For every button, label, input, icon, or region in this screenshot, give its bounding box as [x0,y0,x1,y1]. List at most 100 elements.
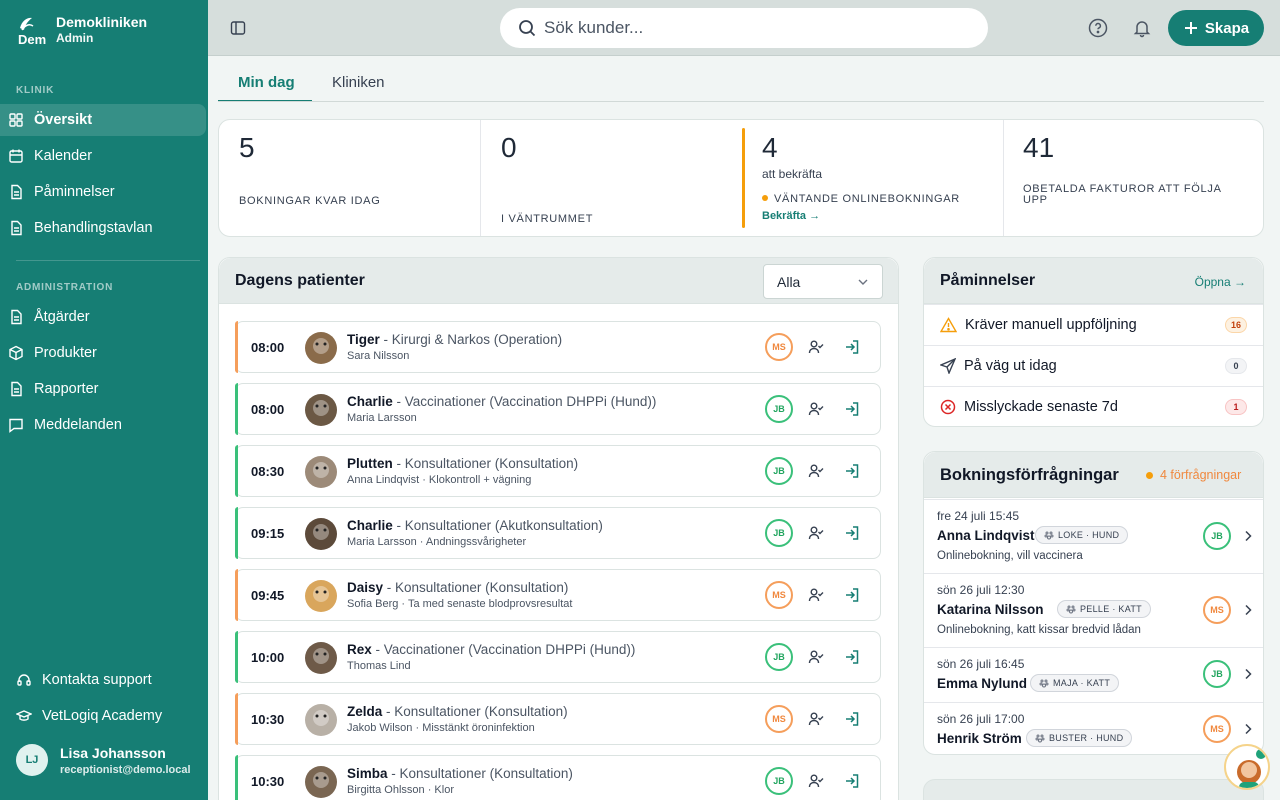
document-icon [11,309,22,325]
staff-badge[interactable]: MS [1203,596,1231,624]
requests-count: 4 förfrågningar [1160,468,1242,482]
waiting-value: 0 [501,132,517,163]
help-icon[interactable] [1088,18,1108,38]
patient-row[interactable]: 08:00 Tiger - Kirurgi & Narkos (Operation… [235,321,881,373]
academy-link[interactable]: VetLogiq Academy [8,700,206,732]
sidebar-item-kalender[interactable]: Kalender [0,140,206,172]
status-bar [235,507,238,559]
status-bar [235,755,238,800]
staff-badge[interactable]: MS [765,581,793,609]
staff-badge[interactable]: JB [765,519,793,547]
status-bar [235,321,238,373]
sidebar-item-oversikt[interactable]: Översikt [0,104,206,136]
assign-user-icon[interactable] [808,463,824,479]
send-icon [940,358,956,374]
patient-row[interactable]: 10:30 Simba - Konsultationer (Konsultatio… [235,755,881,800]
sidebar-item-meddelanden[interactable]: Meddelanden [0,409,206,441]
sidebar-item-label: Rapporter [34,381,99,397]
stats-card: 5 BOKNINGAR KVAR IDAG 0 I VÄNTRUMMET 4 a… [218,119,1264,237]
package-icon [9,345,23,361]
patient-title: Simba - Konsultationer (Konsultation) [347,766,573,781]
patients-panel: Dagens patienter Alla 08:00 Tiger - Kirur… [218,257,899,800]
chevron-down-icon [858,279,868,285]
sidebar-item-paminnelser[interactable]: Påminnelser [0,176,206,208]
owner-info: Sara Nilsson [347,350,410,362]
sidebar-toggle-icon[interactable] [230,20,246,36]
check-in-icon[interactable] [844,649,860,665]
assign-user-icon[interactable] [808,339,824,355]
patient-row[interactable]: 09:15 Charlie - Konsultationer (Akutkonsu… [235,507,881,559]
check-in-icon[interactable] [844,525,860,541]
confirm-link[interactable]: Bekräfta → [762,210,820,222]
staff-badge[interactable]: MS [765,705,793,733]
owner-info: Anna Lindqvist · Klokontroll + vägning [347,474,532,486]
bell-icon[interactable] [1132,18,1152,38]
appointment-type: - Vaccinationer (Vaccination DHPPi (Hund… [392,394,657,409]
check-in-icon[interactable] [844,711,860,727]
search-input[interactable]: Sök kunder... [500,8,988,48]
patient-name: Zelda [347,704,383,719]
staff-badge[interactable]: JB [765,767,793,795]
assign-user-icon[interactable] [808,649,824,665]
pet-avatar [305,394,337,426]
patient-row[interactable]: 08:00 Charlie - Vaccinationer (Vaccinatio… [235,383,881,435]
assign-user-icon[interactable] [808,773,824,789]
check-in-icon[interactable] [844,401,860,417]
document-icon [11,220,22,236]
staff-badge[interactable]: JB [765,395,793,423]
booking-request-item[interactable]: sön 26 juli 12:30 Katarina Nilsson PELLE ·… [924,573,1263,647]
reminder-outgoing-today[interactable]: På väg ut idag 0 [924,345,1263,386]
owner-info: Jakob Wilson · Misstänkt öroninfektion [347,722,535,734]
staff-badge[interactable]: JB [765,643,793,671]
assistant-avatar[interactable] [1224,744,1270,790]
brand[interactable]: Dem Demokliniken Admin [16,14,147,46]
sidebar-item-atgarder[interactable]: Åtgärder [0,301,206,333]
sidebar-item-rapporter[interactable]: Rapporter [0,373,206,405]
patient-row[interactable]: 10:30 Zelda - Konsultationer (Konsultatio… [235,693,881,745]
staff-badge[interactable]: JB [1203,522,1231,550]
create-button[interactable]: Skapa [1168,10,1264,46]
search-icon [519,20,536,37]
sidebar-item-behandlingstavlan[interactable]: Behandlingstavlan [0,212,206,244]
tab-kliniken[interactable]: Kliniken [332,74,385,91]
assign-user-icon[interactable] [808,711,824,727]
appointment-time: 10:30 [251,712,285,727]
check-in-icon[interactable] [844,587,860,603]
reminder-manual-followup[interactable]: Kräver manuell uppföljning 16 [924,304,1263,345]
request-date: sön 26 juli 12:30 [937,583,1025,597]
patient-row[interactable]: 08:30 Plutten - Konsultationer (Konsultat… [235,445,881,497]
user-avatar[interactable]: LJ [16,744,48,776]
next-panel [923,779,1264,800]
paw-icon [1044,531,1054,540]
staff-badge[interactable]: JB [765,457,793,485]
contact-support-link[interactable]: Kontakta support [8,664,206,696]
sidebar-item-produkter[interactable]: Produkter [0,337,206,369]
appointment-type: - Konsultationer (Konsultation) [382,704,568,719]
pending-online-label: VÄNTANDE ONLINEBOKNINGAR [774,193,960,205]
paw-icon [1035,734,1045,743]
assign-user-icon[interactable] [808,401,824,417]
check-in-icon[interactable] [844,773,860,789]
staff-badge[interactable]: MS [765,333,793,361]
reminders-panel: Påminnelser Öppna → Kräver manuell uppfö… [923,257,1264,427]
request-client-name: Anna Lindqvist [937,528,1035,543]
patient-name: Charlie [347,394,393,409]
booking-request-item[interactable]: sön 26 juli 17:00 Henrik Ström BUSTER · HU… [924,702,1263,754]
booking-request-item[interactable]: sön 26 juli 16:45 Emma Nylund MAJA · KATT J… [924,647,1263,702]
staff-badge[interactable]: JB [1203,660,1231,688]
patient-name: Plutten [347,456,393,471]
tab-min-dag[interactable]: Min dag [238,74,295,91]
staff-badge[interactable]: MS [1203,715,1231,743]
booking-request-item[interactable]: fre 24 juli 15:45 Anna Lindqvist LOKE · HU… [924,499,1263,573]
pet-avatar [305,456,337,488]
assign-user-icon[interactable] [808,525,824,541]
patient-title: Daisy - Konsultationer (Konsultation) [347,580,568,595]
reminder-failed-7d[interactable]: Misslyckade senaste 7d 1 [924,386,1263,426]
check-in-icon[interactable] [844,463,860,479]
assign-user-icon[interactable] [808,587,824,603]
patients-filter-select[interactable]: Alla [763,264,883,299]
patient-row[interactable]: 10:00 Rex - Vaccinationer (Vaccination DH… [235,631,881,683]
reminders-open-link[interactable]: Öppna → [1195,275,1246,289]
check-in-icon[interactable] [844,339,860,355]
patient-row[interactable]: 09:45 Daisy - Konsultationer (Konsultatio… [235,569,881,621]
